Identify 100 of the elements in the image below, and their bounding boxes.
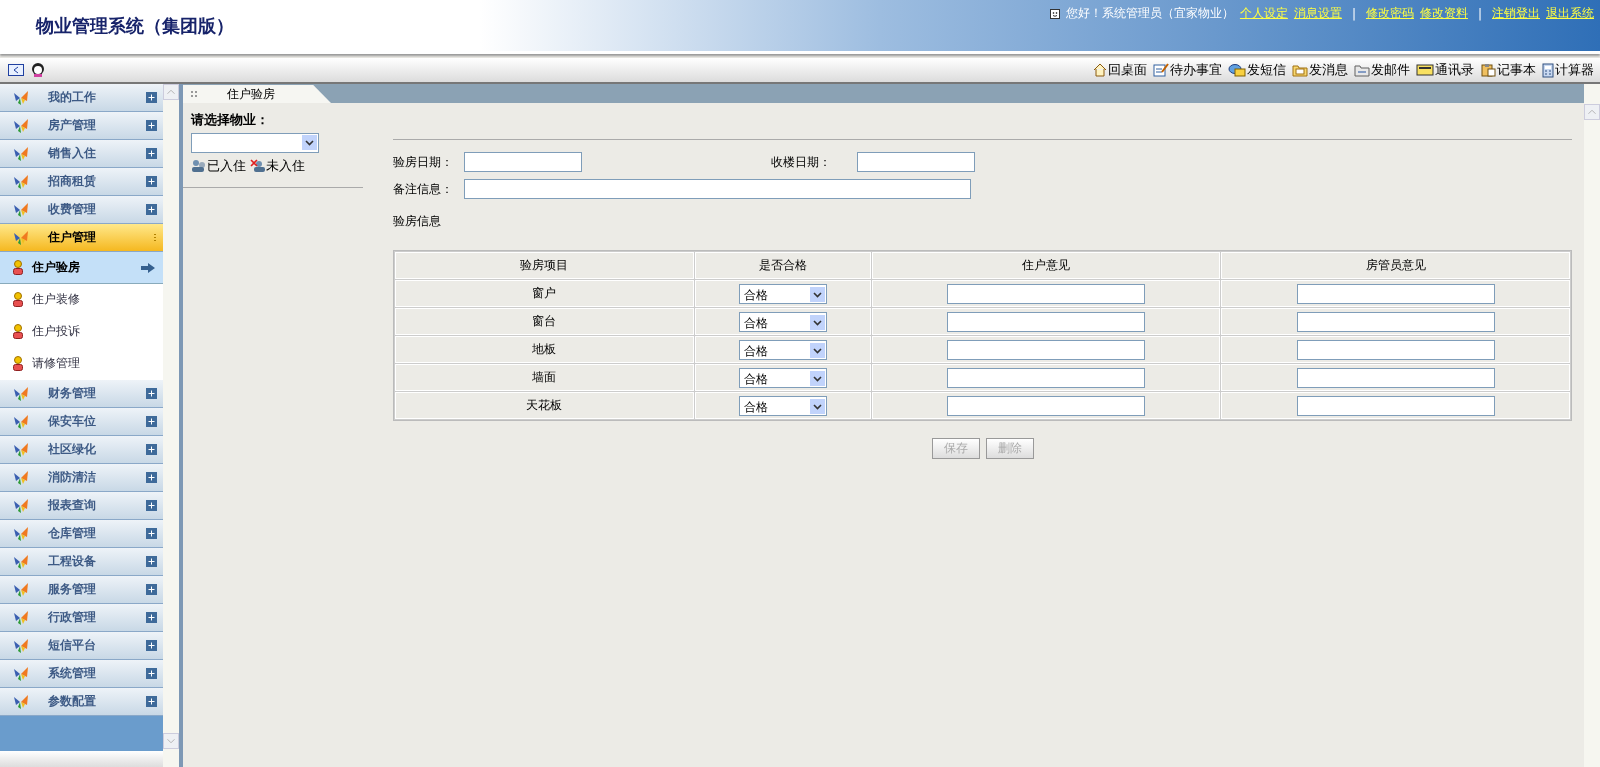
input-field[interactable] (947, 311, 1145, 332)
header-link[interactable]: 修改资料 (1419, 5, 1468, 22)
smiley-icon (1049, 8, 1060, 19)
expand-icon (146, 528, 157, 539)
toolbar-button[interactable]: 待办事宜 (1153, 61, 1222, 79)
butterfly-icon (12, 201, 30, 218)
expand-icon (146, 500, 157, 511)
header-link[interactable]: 退出系统 (1546, 5, 1594, 22)
field-label: 验房日期： (393, 153, 454, 171)
section-title: 验房信息 (393, 213, 442, 230)
input-field[interactable] (464, 152, 582, 172)
butterfly-icon (12, 229, 30, 246)
menu-header[interactable]: 招商租赁 (0, 168, 163, 196)
menu-header[interactable]: 行政管理 (0, 604, 163, 632)
toolbar-button[interactable]: 记事本 (1480, 61, 1536, 79)
input-field[interactable] (1296, 367, 1495, 388)
column-header: 房管员意见 (1221, 252, 1570, 279)
result-select[interactable]: 合格 (738, 395, 827, 416)
input-field[interactable] (1296, 283, 1495, 304)
menu-header[interactable]: 保安车位 (0, 408, 163, 436)
butterfly-icon (12, 665, 30, 682)
toolbar-button[interactable]: 计算器 (1542, 61, 1594, 79)
scroll-up-icon[interactable] (163, 84, 179, 100)
grip-icon (191, 91, 197, 97)
notepad-pencil-icon (1153, 63, 1169, 77)
app-title: 物业管理系统（集团版） (36, 14, 234, 38)
toolbar-button[interactable]: 回桌面 (1093, 61, 1147, 79)
house-icon (1093, 63, 1107, 77)
scrollbar[interactable] (1584, 84, 1600, 767)
menu-header[interactable]: 收费管理 (0, 196, 163, 224)
menu-header[interactable]: 消防清洁 (0, 464, 163, 492)
input-field[interactable] (1296, 311, 1495, 332)
result-select[interactable]: 合格 (738, 311, 827, 332)
result-select[interactable]: 合格 (738, 283, 827, 304)
link-separator: | (1477, 6, 1482, 21)
arrow-right-icon (141, 262, 155, 273)
menu-header[interactable]: 仓库管理 (0, 520, 163, 548)
toolbar-button[interactable]: 通讯录 (1416, 61, 1474, 79)
butterfly-icon (12, 173, 30, 190)
input-field[interactable] (1296, 395, 1495, 416)
person-icon (12, 259, 24, 276)
link-separator: | (1351, 6, 1356, 21)
butterfly-icon (12, 637, 30, 654)
input-field[interactable] (947, 339, 1145, 360)
menu-header[interactable]: 服务管理 (0, 576, 163, 604)
input-field[interactable] (857, 152, 975, 172)
expand-icon (146, 612, 157, 623)
input-field[interactable] (947, 283, 1145, 304)
toolbar-button[interactable]: 发邮件 (1354, 61, 1410, 79)
butterfly-icon (12, 581, 30, 598)
scrollbar[interactable] (163, 84, 183, 767)
menu-header[interactable]: 短信平台 (0, 632, 163, 660)
scroll-down-icon[interactable] (163, 733, 179, 749)
butterfly-icon (12, 145, 30, 162)
scroll-up-icon[interactable] (1584, 104, 1600, 120)
property-select[interactable] (191, 133, 319, 153)
result-select[interactable]: 合格 (738, 367, 827, 388)
help-avatar-icon[interactable] (30, 62, 46, 78)
header-link[interactable]: 消息设置 (1293, 5, 1342, 22)
menu-header[interactable]: 销售入住 (0, 140, 163, 168)
result-select[interactable]: 合格 (738, 339, 827, 360)
header-link[interactable]: 注销登出 (1492, 5, 1540, 22)
butterfly-icon (12, 497, 30, 514)
menu-header[interactable]: 财务管理 (0, 380, 163, 408)
input-field[interactable] (1296, 339, 1495, 360)
menu-header[interactable]: 社区绿化 (0, 436, 163, 464)
person-icon (12, 323, 24, 340)
menu-header[interactable]: 住户管理 (0, 224, 163, 252)
input-field[interactable] (947, 367, 1145, 388)
tab[interactable]: 住户验房 (183, 85, 331, 103)
menu-header[interactable]: 参数配置 (0, 688, 163, 716)
input-field[interactable] (947, 395, 1145, 416)
header-link[interactable]: 修改密码 (1365, 5, 1414, 22)
expand-icon (146, 176, 157, 187)
expand-icon (146, 472, 157, 483)
filter-button[interactable]: 未入住 (250, 157, 305, 175)
collapse-icon[interactable] (8, 64, 24, 76)
menu-header[interactable]: 工程设备 (0, 548, 163, 576)
people-icon (191, 159, 207, 173)
menu-header[interactable]: 系统管理 (0, 660, 163, 688)
menu-header[interactable]: 我的工作 (0, 84, 163, 112)
envelope-bubble-icon (1228, 63, 1246, 77)
menu-header[interactable]: 报表查询 (0, 492, 163, 520)
filter-button[interactable]: 已入住 (191, 157, 246, 175)
column-header: 住户意见 (871, 252, 1221, 279)
expand-icon (146, 148, 157, 159)
expand-icon (146, 92, 157, 103)
clipboard-icon (1480, 63, 1496, 77)
expand-icon (146, 204, 157, 215)
butterfly-icon (12, 525, 30, 542)
header-link[interactable]: 个人设定 (1239, 5, 1288, 22)
person-icon (12, 291, 24, 308)
input-field[interactable] (464, 179, 971, 199)
expand-icon (146, 120, 157, 131)
toolbar-button[interactable]: 发消息 (1292, 61, 1348, 79)
toolbar-button[interactable]: 发短信 (1228, 61, 1286, 79)
menu-header[interactable]: 房产管理 (0, 112, 163, 140)
person-icon (12, 355, 24, 372)
butterfly-icon (12, 693, 30, 710)
menu-item[interactable]: 住户验房 (0, 252, 163, 284)
